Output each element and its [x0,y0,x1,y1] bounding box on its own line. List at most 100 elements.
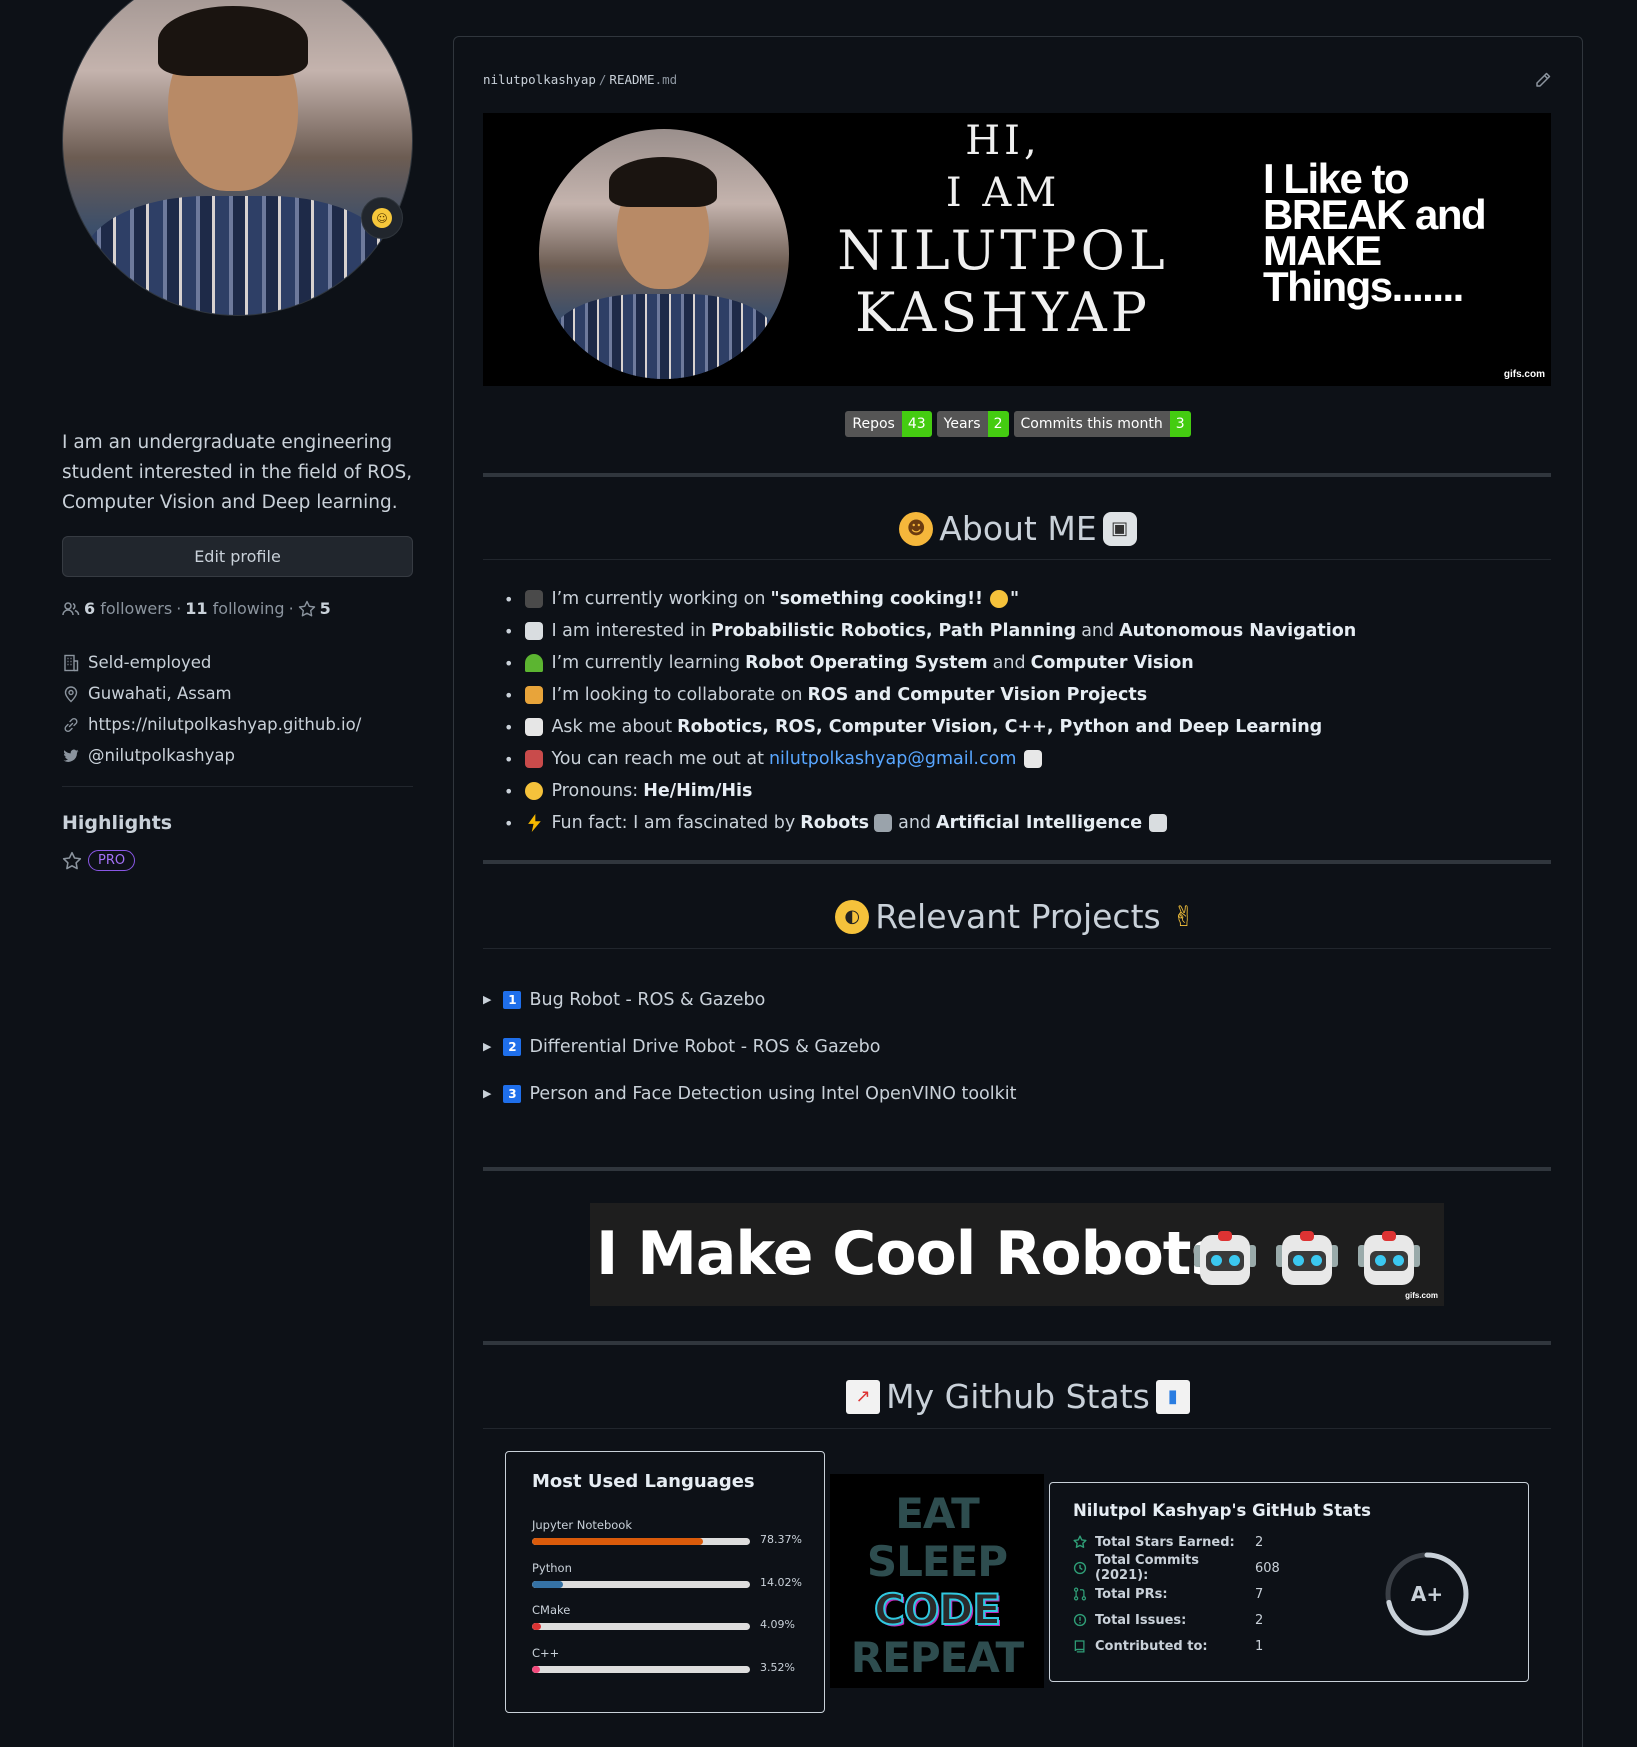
lightning-icon [528,814,541,832]
victory-hand-icon: ✌ [1171,900,1196,933]
project-details-toggle[interactable]: ▶ 2 Differential Drive Robot - ROS & Gaz… [483,1023,1551,1070]
edit-profile-button[interactable]: Edit profile [62,536,413,577]
status-emoji-button[interactable]: ☺ [361,197,403,239]
location-item: Guwahati, Assam [62,678,413,709]
disclosure-triangle-icon: ▶ [483,993,492,1006]
pull-request-icon [1073,1587,1087,1601]
years-badge[interactable]: Years 2 [936,411,1009,437]
company-item: Seld-employed [62,647,413,678]
stat-row: Total Issues: 2 [1073,1607,1303,1633]
chart-increasing-icon: ↗ [846,1379,881,1414]
language-row: Jupyter Notebook 78.37% [532,1518,802,1546]
people-icon [62,601,80,615]
heading-underline [483,559,1551,560]
eat-sleep-code-repeat-gif: EAT SLEEP CODE REPEAT [830,1474,1044,1688]
gifs-watermark: gifs.com [1503,369,1545,380]
section-divider [483,860,1551,864]
robot-icon: ▣ [1102,511,1137,546]
list-item: I’m currently learningRobot Operating Sy… [504,647,1544,679]
stat-row: Total Stars Earned: 2 [1073,1529,1303,1555]
readme-breadcrumb: nilutpolkashyap / README.md [483,72,678,87]
heading-underline [483,948,1551,949]
section-divider [483,1167,1551,1171]
most-used-languages-card[interactable]: Most Used Languages Jupyter Notebook 78.… [505,1451,825,1713]
github-stats-heading: ↗ My Github Stats ▮ [454,1377,1582,1416]
star-icon [62,851,82,869]
list-item: I’m currently working on"something cooki… [504,583,1544,615]
language-bar-fill [532,1666,540,1673]
list-item: Pronouns:He/Him/His [504,775,1544,807]
pencil-icon[interactable] [1534,71,1552,89]
heading-underline [483,1428,1551,1429]
robot-icon [1358,1225,1420,1293]
robot-icon [1194,1225,1256,1293]
list-item: Fun fact: I am fascinated byRobots andAr… [504,807,1544,839]
rank-grade-ring: A+ [1385,1552,1469,1636]
avatar-container: ☺ [62,0,413,316]
language-row: C++ 3.52% [532,1646,795,1674]
stats-badges: Repos 43 Years 2 Commits this month 3 [454,411,1582,437]
robot-icon [525,622,544,640]
email-link[interactable]: nilutpolkashyap@gmail.com [769,749,1016,769]
telescope-icon [525,590,544,608]
highlights-row: PRO [62,850,136,871]
star-icon [1073,1535,1087,1548]
list-item: I’m looking to collaborate onROS and Com… [504,679,1544,711]
seedling-icon [525,654,544,672]
language-row: CMake 4.09% [532,1603,795,1631]
sunglasses-face-icon: ◐ [835,899,870,934]
mailbox-icon [525,750,544,768]
stat-row: Contributed to: 1 [1073,1633,1303,1659]
language-bar-fill [532,1623,541,1630]
avatar[interactable] [62,0,413,316]
intro-banner-gif: HI, I AM NILUTPOL KASHYAP I Like to BREA… [483,113,1551,386]
stars-link[interactable]: 5 [298,599,331,618]
smiley-icon: ☺ [372,208,392,228]
location-pin-icon [64,685,78,702]
about-heading: ☻ About ME ▣ [454,509,1582,548]
about-list: I’m currently working on"something cooki… [504,583,1544,839]
disclosure-triangle-icon: ▶ [483,1040,492,1053]
star-icon [298,600,315,616]
stat-row: Total Commits (2021): 608 [1073,1553,1303,1583]
banner-photo [539,129,789,379]
history-icon [1073,1561,1087,1575]
stat-row: Total PRs: 7 [1073,1581,1303,1607]
repos-badge[interactable]: Repos 43 [845,411,932,437]
twitter-item[interactable]: @nilutpolkashyap [62,740,413,771]
repo-owner-link[interactable]: nilutpolkashyap [483,72,596,87]
profile-details: Seld-employed Guwahati, Assam https://ni… [62,647,413,771]
readme-panel: nilutpolkashyap / README.md HI, I AM NILUT… [453,36,1583,1747]
repo-icon [1074,1640,1085,1653]
building-icon [64,654,79,671]
disclosure-triangle-icon: ▶ [483,1087,492,1100]
section-divider [483,473,1551,477]
projects-list: ▶ 1 Bug Robot - ROS & Gazebo ▶ 2 Differe… [483,976,1551,1117]
highlights-heading: Highlights [62,812,173,834]
list-item: Ask me aboutRobotics, ROS, Computer Visi… [504,711,1544,743]
list-item: I am interested inProbabilistic Robotics… [504,615,1544,647]
project-details-toggle[interactable]: ▶ 3 Person and Face Detection using Inte… [483,1070,1551,1117]
banner-greeting: HI, I AM NILUTPOL KASHYAP [837,118,1169,344]
banner-tagline: I Like to BREAK and MAKE Things....... [1263,155,1487,310]
gifs-watermark: gifs.com [1405,1291,1438,1300]
envelope-icon [1024,750,1043,768]
readme-file-link[interactable]: README.md [609,72,677,87]
profile-bio: I am an undergraduate engineering studen… [62,432,413,513]
following-link[interactable]: 11 following [185,599,284,618]
robot-icon [1276,1225,1338,1293]
grade-text: A+ [1411,1582,1443,1606]
github-stats-card[interactable]: Nilutpol Kashyap's GitHub Stats Total St… [1049,1482,1529,1682]
project-details-toggle[interactable]: ▶ 1 Bug Robot - ROS & Gazebo [483,976,1551,1023]
pro-badge[interactable]: PRO [88,850,136,871]
website-item[interactable]: https://nilutpolkashyap.github.io/ [62,709,413,740]
language-row: Python 14.02% [532,1561,802,1589]
issue-icon [1073,1613,1087,1627]
projects-heading: ◐ Relevant Projects ✌ [454,897,1582,936]
mechanical-arm-icon [874,814,893,832]
zany-face-icon [990,590,1009,608]
language-bar-fill [532,1538,703,1545]
follow-stats: 6 followers · 11 following · 5 [62,599,331,618]
followers-link[interactable]: 6 followers [84,599,172,618]
commits-badge[interactable]: Commits this month 3 [1013,411,1191,437]
